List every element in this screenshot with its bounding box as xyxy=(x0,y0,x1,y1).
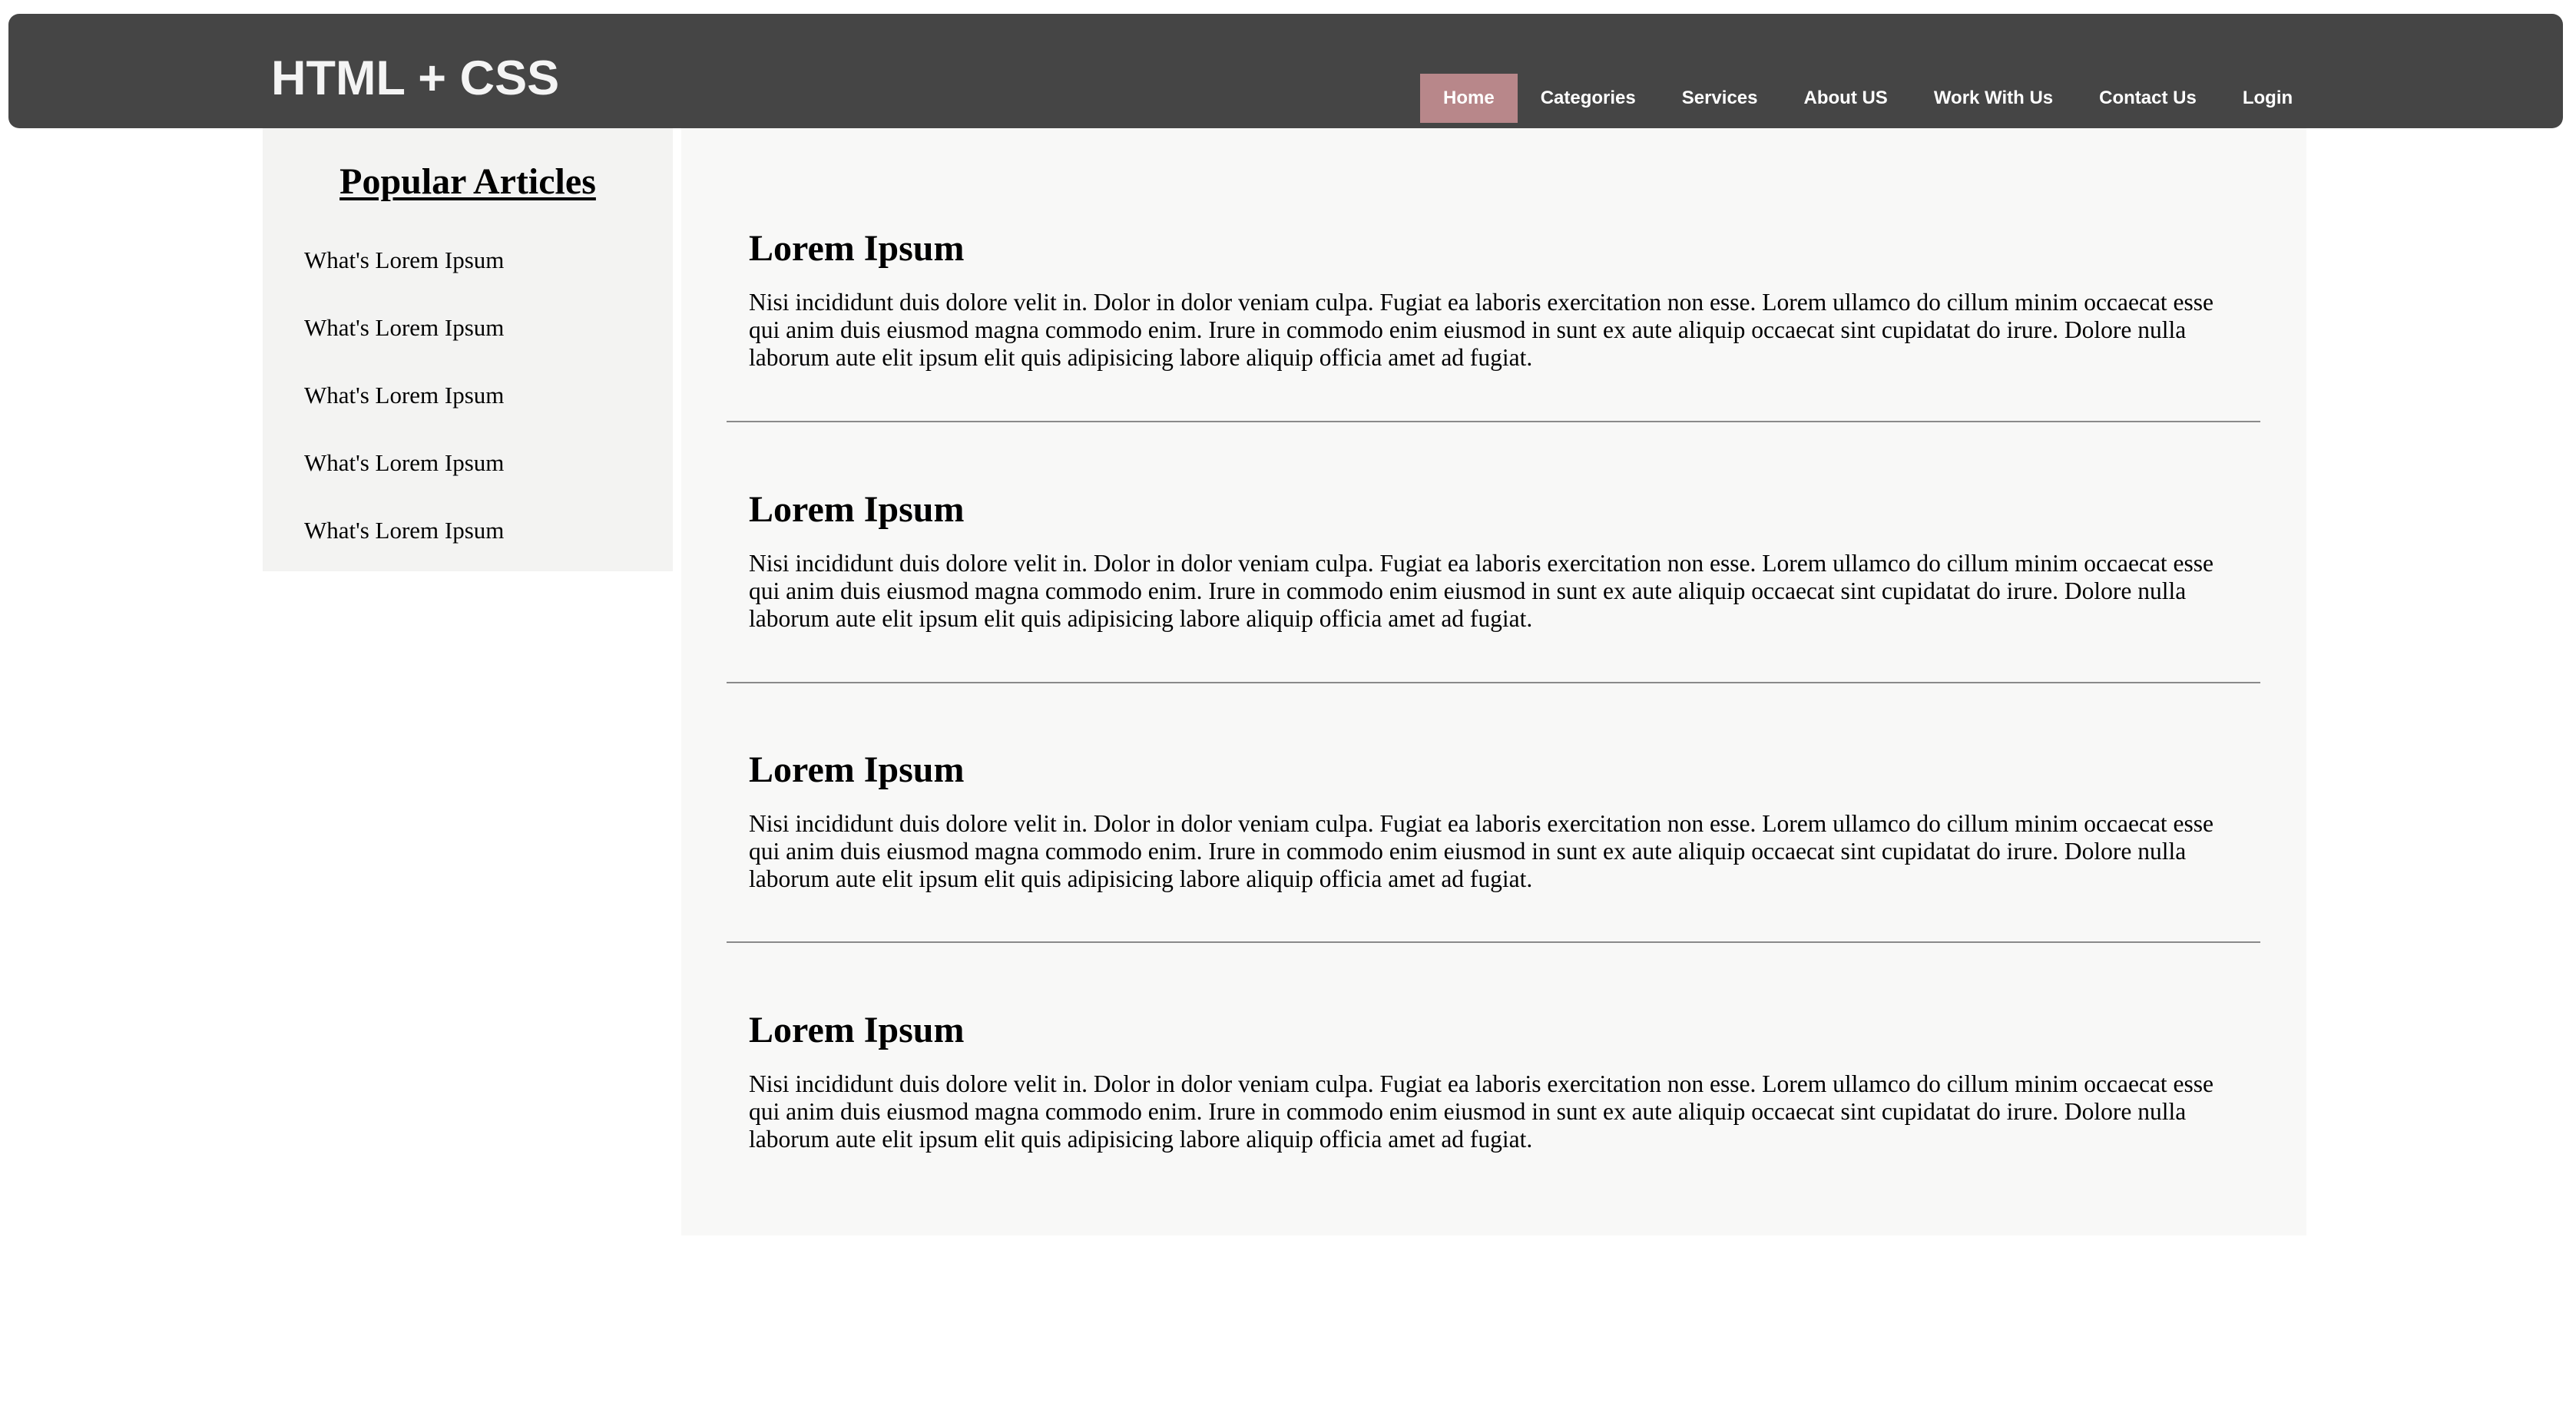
main-nav: Home Categories Services About US Work W… xyxy=(1420,74,2316,123)
article-body: Nisi incididunt duis dolore velit in. Do… xyxy=(749,1070,2214,1153)
article-body: Nisi incididunt duis dolore velit in. Do… xyxy=(749,810,2214,892)
site-logo[interactable]: HTML + CSS xyxy=(271,51,559,106)
popular-articles-sidebar: Popular Articles What's Lorem Ipsum What… xyxy=(263,128,673,571)
article-title: Lorem Ipsum xyxy=(749,489,965,530)
popular-article-link[interactable]: What's Lorem Ipsum xyxy=(304,448,504,515)
popular-article-link[interactable]: What's Lorem Ipsum xyxy=(304,245,504,313)
nav-item-services[interactable]: Services xyxy=(1659,74,1781,123)
article-title: Lorem Ipsum xyxy=(749,228,965,269)
article-body: Nisi incididunt duis dolore velit in. Do… xyxy=(749,289,2214,371)
popular-article-link[interactable]: What's Lorem Ipsum xyxy=(304,380,504,448)
nav-item-contact-us[interactable]: Contact Us xyxy=(2076,74,2220,123)
popular-articles-list: What's Lorem Ipsum What's Lorem Ipsum Wh… xyxy=(304,245,504,583)
nav-item-login[interactable]: Login xyxy=(2220,74,2316,123)
nav-item-about-us[interactable]: About US xyxy=(1781,74,1911,123)
nav-item-work-with-us[interactable]: Work With Us xyxy=(1911,74,2076,123)
article-divider xyxy=(727,682,2260,683)
popular-article-link[interactable]: What's Lorem Ipsum xyxy=(304,515,504,583)
nav-item-categories[interactable]: Categories xyxy=(1518,74,1659,123)
article-divider xyxy=(727,941,2260,943)
article-title: Lorem Ipsum xyxy=(749,1010,965,1050)
nav-item-home[interactable]: Home xyxy=(1420,74,1518,123)
article-title: Lorem Ipsum xyxy=(749,749,965,790)
article-feed: Lorem Ipsum Nisi incididunt duis dolore … xyxy=(681,128,2306,1235)
article-body: Nisi incididunt duis dolore velit in. Do… xyxy=(749,550,2214,632)
popular-article-link[interactable]: What's Lorem Ipsum xyxy=(304,313,504,380)
sidebar-title: Popular Articles xyxy=(339,161,596,202)
article-divider xyxy=(727,421,2260,422)
site-header: HTML + CSS Home Categories Services Abou… xyxy=(8,14,2563,128)
